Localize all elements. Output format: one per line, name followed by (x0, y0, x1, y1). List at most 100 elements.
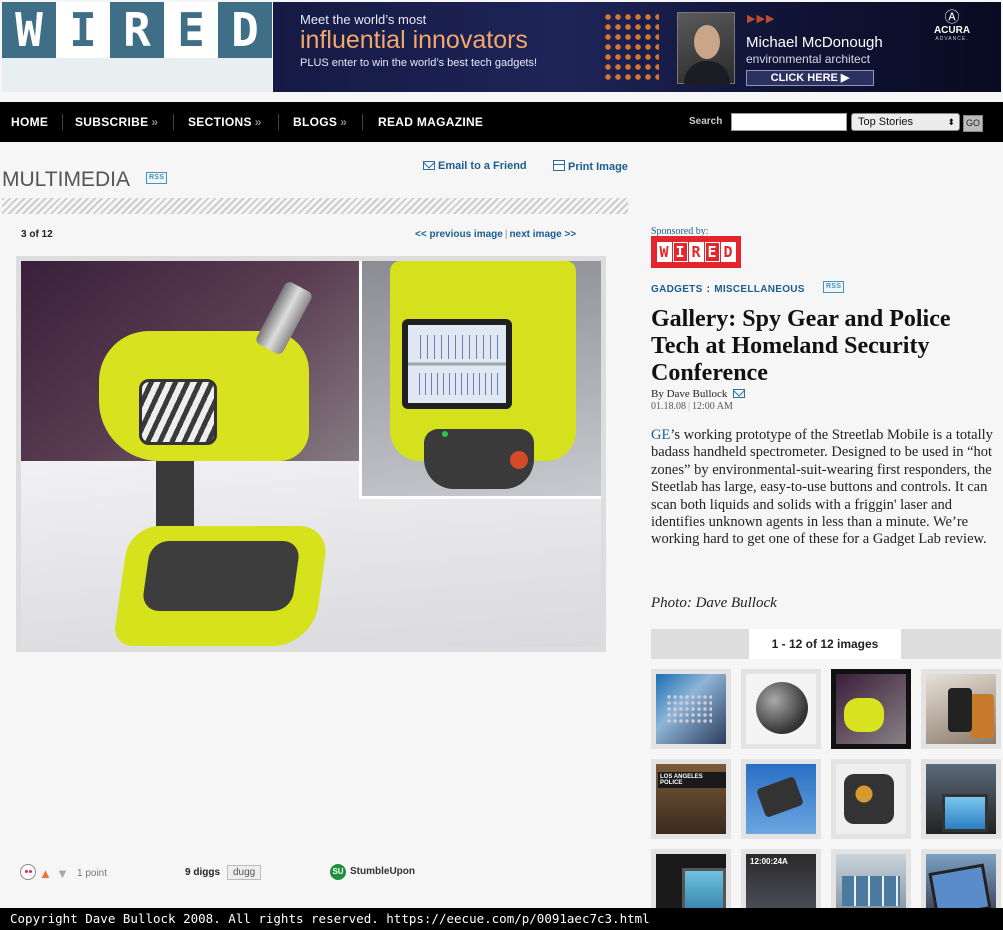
section-rss-button[interactable]: RSS (146, 172, 168, 184)
thumbnail-4[interactable] (921, 669, 1001, 749)
ad-banner[interactable]: Meet the world’s most influential innova… (273, 2, 1001, 92)
page: W I R E D Meet the world’s most influent… (0, 0, 1003, 930)
thumbnail-image (836, 674, 906, 744)
image-pager: << previous image | next image >> (415, 229, 576, 240)
logo-letter: D (218, 2, 272, 58)
logo-letter: W (2, 2, 56, 58)
section-title: MULTIMEDIA (2, 168, 130, 191)
nav-blogs[interactable]: BLOGS» (293, 102, 347, 142)
category-miscellaneous-link[interactable]: MISCELLANEOUS (714, 284, 805, 295)
ge-link[interactable]: GE (651, 427, 670, 443)
thumbnail-11[interactable] (831, 849, 911, 909)
nav-read-magazine[interactable]: READ MAGAZINE (378, 102, 483, 142)
nav-sections[interactable]: SECTIONS» (188, 102, 262, 142)
stumbleupon-link[interactable]: StumbleUpon (350, 866, 415, 877)
sponsor-wired-logo[interactable]: W I R E D (651, 236, 741, 268)
nav-label: HOME (11, 115, 49, 129)
article-body: GE’s working prototype of the Streetlab … (651, 427, 999, 549)
banner-person-photo (677, 12, 735, 85)
main-nav: HOME SUBSCRIBE» SECTIONS» BLOGS» READ MA… (0, 102, 1003, 142)
banner-dot-pattern (603, 12, 659, 84)
banner-arrows: ▶▶▶ (747, 13, 776, 25)
print-image-link[interactable]: Print Image (553, 160, 628, 173)
nav-home[interactable]: HOME (11, 102, 48, 142)
thumbnail-image (746, 674, 816, 744)
sponsor-letter: I (672, 242, 688, 262)
upvote-arrow-icon[interactable]: ▲ (39, 866, 52, 881)
downvote-arrow-icon[interactable]: ▼ (56, 866, 69, 881)
wired-logo[interactable]: W I R E D (2, 2, 272, 92)
inset-screen (402, 319, 512, 409)
category-gadgets-link[interactable]: GADGETS (651, 284, 703, 295)
previous-image-link[interactable]: << previous image (415, 229, 503, 240)
email-to-friend-link[interactable]: Email to a Friend (423, 160, 527, 172)
logo-letter: R (110, 2, 164, 58)
acura-tagline: ADVANCE. (935, 36, 969, 42)
next-image-link[interactable]: next image >> (509, 229, 576, 240)
thumbnail-range: 1 - 12 of 12 images (771, 637, 879, 651)
thumbnail-9[interactable] (651, 849, 731, 909)
thumbnail-6[interactable] (741, 759, 821, 839)
banner-person-name: Michael McDonough (746, 34, 883, 51)
search-scope-select[interactable]: Top Stories ⬍ (851, 113, 960, 131)
logo-tiles: W I R E D (2, 2, 272, 58)
thumbnail-image (836, 764, 906, 834)
nav-divider (278, 114, 279, 130)
sponsor-letter: D (720, 242, 736, 262)
thumbnail-image: 12:00:24A (746, 854, 816, 909)
inset-orange-button (510, 451, 528, 469)
chevron-right-icon: » (151, 115, 159, 129)
person-face (694, 25, 720, 59)
reddit-points: 1 point (77, 868, 108, 879)
social-bar: ▲ ▼ 1 point 9 diggs dugg SU StumbleUpon (20, 864, 620, 884)
banner-click-here-button[interactable]: CLICK HERE ▶ (746, 70, 874, 86)
banner-line1: Meet the world’s most (300, 12, 427, 27)
thumbnail-10[interactable]: 12:00:24A (741, 849, 821, 909)
nav-label: SUBSCRIBE (75, 115, 149, 129)
banner-headline: influential innovators (300, 26, 528, 54)
thumbnail-image (656, 764, 726, 834)
spectrum-display (408, 325, 506, 403)
envelope-icon (423, 161, 435, 170)
digg-button[interactable]: dugg (227, 865, 262, 880)
search-input[interactable] (731, 113, 847, 131)
thumbnail-1[interactable] (651, 669, 731, 749)
thumbnail-2[interactable] (741, 669, 821, 749)
nav-subscribe[interactable]: SUBSCRIBE» (75, 102, 158, 142)
thumbnail-5[interactable] (651, 759, 731, 839)
thumbnail-image (926, 764, 996, 834)
thumbnail-8[interactable] (921, 759, 1001, 839)
byline-text: By Dave Bullock (651, 388, 728, 400)
article-dateline: 01.18.08 | 12:00 AM (651, 401, 733, 412)
search-label: Search (689, 116, 723, 127)
category-rss-button[interactable]: RSS (823, 281, 845, 293)
chevron-right-icon: » (340, 115, 348, 129)
thumbnail-image (656, 674, 726, 744)
sponsor-letter: R (688, 242, 704, 262)
thumbnail-12[interactable] (921, 849, 1001, 909)
pager-divider: | (504, 229, 508, 240)
logo-letter: E (164, 2, 218, 58)
article-body-text: ’s working prototype of the Streetlab Mo… (651, 427, 993, 548)
photo-inset (359, 261, 601, 499)
image-counter: 3 of 12 (21, 229, 53, 240)
thumbnail-timestamp: 12:00:24A (750, 857, 788, 866)
nav-divider (173, 114, 174, 130)
stumbleupon-icon[interactable]: SU (330, 864, 346, 880)
banner-line3: PLUS enter to win the world’s best tech … (300, 57, 538, 69)
print-link-label: Print Image (568, 161, 628, 173)
reddit-alien-icon[interactable] (20, 864, 36, 880)
category-breadcrumb: GADGETS: MISCELLANEOUS (651, 284, 805, 295)
thumbnail-image (836, 854, 906, 909)
thumbnail-image (746, 764, 816, 834)
thumbnail-3-selected[interactable] (831, 669, 911, 749)
thumbnail-image (926, 854, 996, 909)
main-photo[interactable] (21, 261, 601, 647)
thumbnail-image (926, 674, 996, 744)
acura-logo: Ⓐ ACURA ADVANCE. (929, 9, 975, 43)
envelope-icon[interactable] (733, 389, 746, 398)
thumbnail-7[interactable] (831, 759, 911, 839)
acura-mark-icon: Ⓐ (944, 9, 960, 26)
search-go-button[interactable]: GO (963, 115, 983, 132)
nav-label: BLOGS (293, 115, 338, 129)
